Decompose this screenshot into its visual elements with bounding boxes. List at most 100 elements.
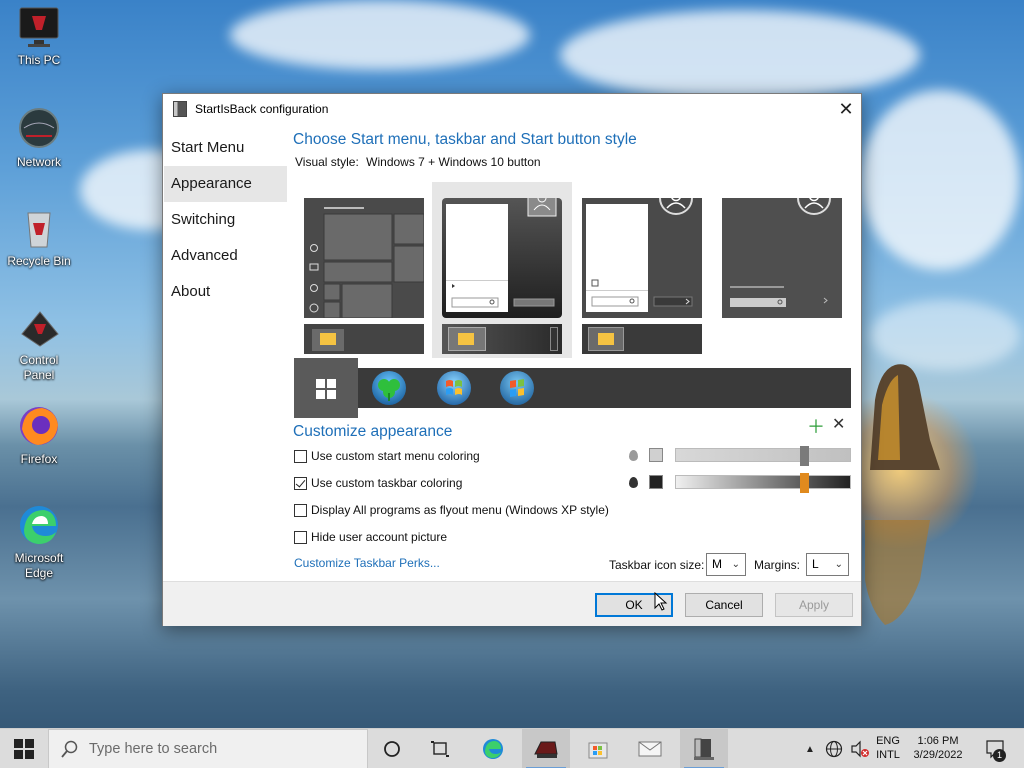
style-option-vista[interactable]	[722, 181, 842, 318]
globe-icon	[825, 740, 843, 758]
start-button-clover[interactable]	[372, 371, 406, 405]
vista-start-preview	[722, 181, 842, 318]
reset-color-button[interactable]: ✕	[832, 414, 845, 434]
nav-item-about[interactable]: About	[164, 274, 287, 310]
desktop-icon-this-pc[interactable]: This PC	[2, 4, 76, 68]
language-indicator[interactable]: ENG INTL	[874, 734, 902, 762]
chevron-down-icon: ⌄	[834, 559, 843, 570]
customize-taskbar-perks-link[interactable]: Customize Taskbar Perks...	[294, 556, 440, 570]
mail-icon	[638, 741, 662, 757]
desktop-icon-network[interactable]: Network	[2, 106, 76, 170]
task-view-button[interactable]	[420, 729, 460, 768]
show-hidden-icons-button[interactable]: ▲	[800, 729, 820, 768]
desktop-icon-label: Panel	[23, 368, 55, 382]
apply-button[interactable]: Apply	[775, 593, 853, 617]
start-button-win7[interactable]	[437, 371, 471, 405]
close-button[interactable]: ✕	[831, 94, 861, 124]
windows-taskbar: Type here to search ▲ ENG INTL 1:06 PM 3…	[0, 728, 1024, 768]
network-icon	[16, 106, 62, 152]
transparency-drop-icon	[629, 450, 638, 461]
start-button[interactable]	[0, 729, 48, 768]
option-label: Display All programs as flyout menu (Win…	[311, 503, 609, 517]
visual-style-label: Visual style:	[295, 155, 359, 169]
rock-reflection	[865, 520, 930, 625]
windows-logo-icon	[316, 379, 336, 399]
icon-size-select[interactable]: M ⌄	[706, 553, 746, 576]
rock-formation	[870, 364, 940, 470]
option-label: Use custom start menu coloring	[311, 449, 480, 463]
startisback-icon	[694, 738, 714, 760]
desktop-icon-label: Microsoft	[14, 551, 64, 565]
network-tray-button[interactable]	[822, 729, 846, 768]
cancel-button[interactable]: Cancel	[685, 593, 763, 617]
taskbar-style-win10[interactable]	[304, 324, 424, 354]
windows7-flag-icon	[446, 380, 462, 395]
keyboard-layout: INTL	[876, 749, 900, 761]
start-button-win10[interactable]	[316, 379, 336, 402]
notification-count: 1	[993, 749, 1006, 762]
taskbar-edge[interactable]	[472, 729, 514, 768]
taskbar-search[interactable]: Type here to search	[48, 729, 368, 768]
taskbar-style-flat[interactable]	[582, 324, 702, 354]
checkbox[interactable]	[294, 503, 307, 517]
style-heading: Choose Start menu, taskbar and Start but…	[293, 131, 637, 148]
desktop-icon-label: Recycle Bin	[7, 254, 71, 268]
recycle-bin-icon	[16, 205, 62, 251]
checkbox[interactable]	[294, 476, 307, 490]
windows-logo-icon	[14, 739, 34, 759]
taskbar-opacity-slider[interactable]	[675, 473, 851, 493]
this-pc-icon	[16, 4, 62, 50]
edge-icon	[483, 739, 503, 759]
close-icon: ✕	[832, 416, 846, 433]
taskbar-startisback[interactable]	[680, 729, 728, 768]
clock[interactable]: 1:06 PM 3/29/2022	[904, 734, 972, 762]
slider-thumb[interactable]	[800, 446, 809, 466]
window-title: StartIsBack configuration	[195, 102, 329, 116]
margins-select[interactable]: L ⌄	[806, 553, 849, 576]
taskbar-app-rog[interactable]	[522, 729, 570, 768]
folder-icon	[598, 333, 614, 345]
settings-nav: Start Menu Appearance Switching Advanced…	[164, 130, 287, 310]
option-custom-taskbar-coloring[interactable]: Use custom taskbar coloring	[294, 474, 462, 492]
checkbox[interactable]	[294, 530, 307, 544]
notification-center-button[interactable]: 1	[980, 729, 1010, 768]
start-button-vista[interactable]	[500, 371, 534, 405]
dialog-footer: OK Cancel Apply	[163, 581, 861, 626]
option-custom-start-menu-coloring[interactable]: Use custom start menu coloring	[294, 447, 480, 465]
option-hide-user-picture[interactable]: Hide user account picture	[294, 528, 447, 546]
option-flyout-all-programs[interactable]: Display All programs as flyout menu (Win…	[294, 501, 609, 519]
nav-item-appearance[interactable]: Appearance	[164, 166, 287, 202]
cortana-button[interactable]	[372, 729, 412, 768]
style-option-win7[interactable]	[442, 187, 562, 318]
edge-icon	[16, 502, 62, 548]
checkbox[interactable]	[294, 449, 307, 463]
desktop-icon-edge[interactable]: Microsoft Edge	[2, 502, 76, 581]
cloud	[230, 0, 530, 70]
desktop-icon-recycle-bin[interactable]: Recycle Bin	[2, 205, 76, 269]
chevron-up-icon: ▲	[805, 743, 815, 755]
taskbar-style-win7[interactable]	[442, 324, 562, 354]
store-icon	[588, 742, 608, 759]
taskbar-store[interactable]	[576, 729, 620, 768]
cloud	[860, 90, 1020, 270]
nav-item-start-menu[interactable]: Start Menu	[164, 130, 287, 166]
win10-start-preview	[304, 198, 425, 319]
language-code: ENG	[876, 735, 900, 747]
search-icon	[61, 740, 78, 758]
style-option-win7-flat[interactable]	[582, 181, 702, 318]
desktop-icon-firefox[interactable]: Firefox	[2, 403, 76, 467]
desktop-icon-control-panel[interactable]: Control Panel	[2, 304, 76, 383]
taskbar-color-swatch[interactable]	[649, 475, 663, 489]
taskbar-mail[interactable]	[628, 729, 672, 768]
clover-icon	[378, 379, 400, 401]
slider-thumb[interactable]	[800, 473, 809, 493]
add-color-button[interactable]: ＋	[807, 413, 825, 439]
style-option-win10[interactable]	[304, 198, 425, 319]
nav-item-switching[interactable]: Switching	[164, 202, 287, 238]
nav-item-advanced[interactable]: Advanced	[164, 238, 287, 274]
start-menu-color-swatch[interactable]	[649, 448, 663, 462]
start-menu-opacity-slider[interactable]	[675, 446, 851, 466]
folder-icon	[320, 333, 336, 345]
volume-tray-button[interactable]	[848, 729, 872, 768]
option-label: Hide user account picture	[311, 530, 448, 544]
